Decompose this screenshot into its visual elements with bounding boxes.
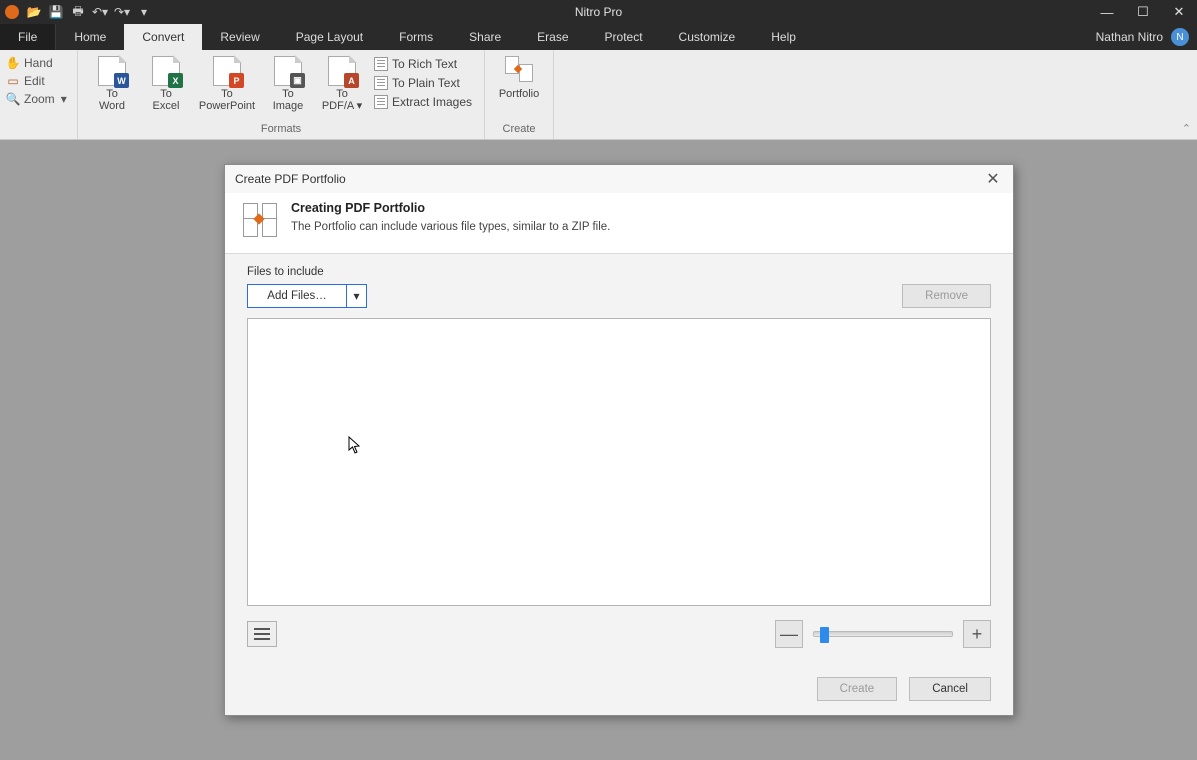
zoom-out-button[interactable]: — bbox=[775, 620, 803, 648]
extract-icon bbox=[374, 95, 388, 109]
zoom-tool[interactable]: 🔍Zoom▾ bbox=[6, 92, 71, 106]
dialog-body: Files to include Add Files… ▾ Remove — + bbox=[225, 254, 1013, 667]
ppt-icon: P bbox=[213, 56, 241, 86]
to-rich-text-button[interactable]: To Rich Text bbox=[370, 56, 476, 72]
word-icon: W bbox=[98, 56, 126, 86]
user-name: Nathan Nitro bbox=[1096, 30, 1163, 44]
tab-forms[interactable]: Forms bbox=[381, 24, 451, 50]
edit-icon: ▭ bbox=[6, 74, 20, 88]
hand-icon: ✋ bbox=[6, 56, 20, 70]
side-tools: ✋Hand ▭Edit 🔍Zoom▾ bbox=[0, 50, 78, 139]
to-plain-text-button[interactable]: To Plain Text bbox=[370, 75, 476, 91]
qat-more-icon[interactable]: ▾ bbox=[136, 4, 152, 20]
dialog-heading: Creating PDF Portfolio bbox=[291, 201, 610, 215]
cancel-button[interactable]: Cancel bbox=[909, 677, 991, 701]
zoom-slider-handle[interactable] bbox=[820, 627, 829, 643]
zoom-slider[interactable] bbox=[813, 631, 953, 637]
remove-button[interactable]: Remove bbox=[902, 284, 991, 308]
dialog-title: Create PDF Portfolio bbox=[235, 172, 346, 186]
zoom-in-button[interactable]: + bbox=[963, 620, 991, 648]
ribbon-group-create: Portfolio Create bbox=[485, 50, 554, 139]
portfolio-header-icon bbox=[243, 203, 277, 237]
tab-share[interactable]: Share bbox=[451, 24, 519, 50]
add-files-split-button: Add Files… ▾ bbox=[247, 284, 367, 308]
dialog-titlebar: Create PDF Portfolio ✕ bbox=[225, 165, 1013, 193]
plain-text-icon bbox=[374, 76, 388, 90]
ribbon: ✋Hand ▭Edit 🔍Zoom▾ WTo Word XTo Excel PT… bbox=[0, 50, 1197, 140]
rich-text-icon bbox=[374, 57, 388, 71]
app-title: Nitro Pro bbox=[575, 0, 622, 24]
save-icon[interactable]: 💾 bbox=[48, 4, 64, 20]
window-minimize-button[interactable]: — bbox=[1089, 0, 1125, 24]
pdfa-icon: A bbox=[328, 56, 356, 86]
extract-images-button[interactable]: Extract Images bbox=[370, 94, 476, 110]
tab-home[interactable]: Home bbox=[56, 24, 124, 50]
group-label-formats: Formats bbox=[261, 121, 301, 137]
portfolio-button[interactable]: Portfolio bbox=[493, 54, 545, 100]
zoom-control: — + bbox=[775, 620, 991, 648]
hand-tool[interactable]: ✋Hand bbox=[6, 56, 71, 70]
edit-tool[interactable]: ▭Edit bbox=[6, 74, 71, 88]
user-avatar-icon[interactable]: N bbox=[1171, 28, 1189, 46]
ribbon-group-formats: WTo Word XTo Excel PTo PowerPoint ▣To Im… bbox=[78, 50, 485, 139]
dialog-footer: Create Cancel bbox=[225, 667, 1013, 715]
file-list[interactable] bbox=[247, 318, 991, 606]
files-to-include-label: Files to include bbox=[247, 266, 991, 278]
title-bar: 📂 💾 🖶 ↶▾ ↷▾ ▾ Nitro Pro — ☐ ✕ bbox=[0, 0, 1197, 24]
window-close-button[interactable]: ✕ bbox=[1161, 0, 1197, 24]
to-excel-button[interactable]: XTo Excel bbox=[140, 54, 192, 112]
window-maximize-button[interactable]: ☐ bbox=[1125, 0, 1161, 24]
to-powerpoint-button[interactable]: PTo PowerPoint bbox=[194, 54, 260, 112]
tab-protect[interactable]: Protect bbox=[587, 24, 661, 50]
workspace: Create PDF Portfolio ✕ Creating PDF Port… bbox=[0, 140, 1197, 760]
add-files-button[interactable]: Add Files… bbox=[247, 284, 347, 308]
to-word-button[interactable]: WTo Word bbox=[86, 54, 138, 112]
file-tab[interactable]: File bbox=[0, 24, 56, 50]
image-icon: ▣ bbox=[274, 56, 302, 86]
list-view-toggle[interactable] bbox=[247, 621, 277, 647]
portfolio-icon bbox=[505, 56, 533, 86]
tab-page-layout[interactable]: Page Layout bbox=[278, 24, 381, 50]
user-area[interactable]: Nathan Nitro N bbox=[1096, 24, 1197, 50]
excel-icon: X bbox=[152, 56, 180, 86]
group-label-create: Create bbox=[503, 121, 536, 137]
tab-review[interactable]: Review bbox=[202, 24, 277, 50]
quick-access-toolbar: 📂 💾 🖶 ↶▾ ↷▾ ▾ bbox=[0, 0, 152, 24]
undo-icon[interactable]: ↶▾ bbox=[92, 4, 108, 20]
dialog-header: Creating PDF Portfolio The Portfolio can… bbox=[225, 193, 1013, 254]
to-image-button[interactable]: ▣To Image bbox=[262, 54, 314, 112]
dialog-close-button[interactable]: ✕ bbox=[983, 169, 1003, 189]
ribbon-collapse-icon[interactable]: ⌃ bbox=[1182, 122, 1191, 135]
open-icon[interactable]: 📂 bbox=[26, 4, 42, 20]
add-files-dropdown[interactable]: ▾ bbox=[347, 284, 367, 308]
ribbon-tabs: File Home Convert Review Page Layout For… bbox=[0, 24, 1197, 50]
create-button[interactable]: Create bbox=[817, 677, 898, 701]
app-logo-icon bbox=[4, 4, 20, 20]
create-portfolio-dialog: Create PDF Portfolio ✕ Creating PDF Port… bbox=[224, 164, 1014, 716]
redo-icon[interactable]: ↷▾ bbox=[114, 4, 130, 20]
tab-customize[interactable]: Customize bbox=[661, 24, 754, 50]
to-pdfa-button[interactable]: ATo PDF/A ▾ bbox=[316, 54, 368, 112]
zoom-icon: 🔍 bbox=[6, 92, 20, 106]
tab-convert[interactable]: Convert bbox=[124, 24, 202, 50]
print-icon[interactable]: 🖶 bbox=[70, 4, 86, 20]
tab-erase[interactable]: Erase bbox=[519, 24, 586, 50]
tab-help[interactable]: Help bbox=[753, 24, 814, 50]
dialog-description: The Portfolio can include various file t… bbox=[291, 221, 610, 233]
